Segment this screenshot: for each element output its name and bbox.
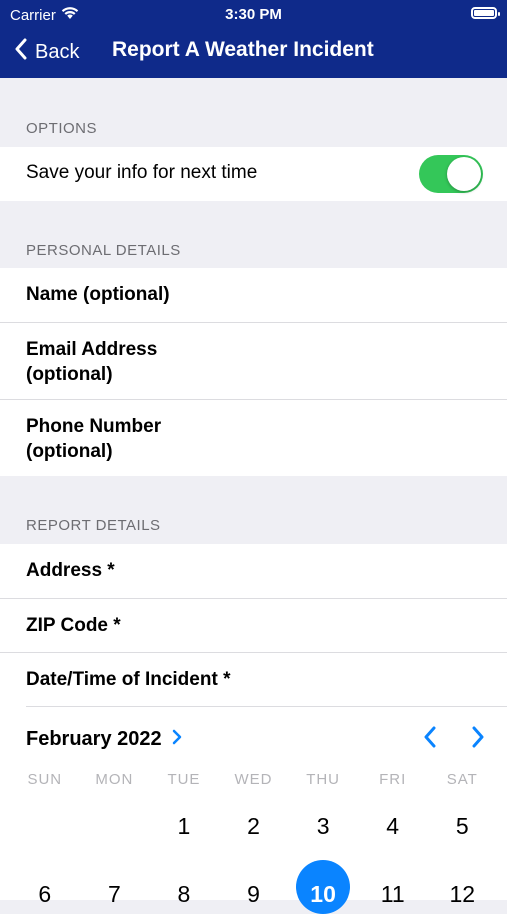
address-field[interactable]: Address *: [0, 544, 507, 598]
calendar-day[interactable]: 12: [427, 874, 497, 914]
status-time: 3:30 PM: [225, 6, 282, 23]
phone-field[interactable]: Phone Number (optional): [0, 399, 507, 476]
datetime-label: Date/Time of Incident *: [26, 669, 231, 690]
calendar-day-empty: [80, 806, 150, 846]
save-info-row: Save your info for next time: [0, 147, 507, 201]
zip-label: ZIP Code *: [26, 615, 121, 636]
datetime-field[interactable]: Date/Time of Incident *: [0, 652, 507, 706]
chevron-right-icon: [172, 728, 182, 751]
email-field[interactable]: Email Address (optional): [0, 322, 507, 399]
chevron-left-icon: [424, 726, 436, 748]
navigation-bar: Carrier 3:30 PM Back Report A Weather In…: [0, 0, 507, 78]
calendar-day[interactable]: 3: [288, 806, 358, 846]
calendar-week-1: 1 2 3 4 5: [10, 806, 497, 846]
weekday-label: SUN: [27, 771, 63, 788]
next-month-button[interactable]: [471, 726, 485, 753]
weekday-header: SUN MON TUE WED THU FRI SAT: [10, 771, 497, 788]
calendar-day[interactable]: 8: [149, 874, 219, 914]
weekday-label: TUE: [167, 771, 201, 788]
status-bar: Carrier 3:30 PM: [0, 0, 507, 28]
calendar-day[interactable]: 11: [358, 874, 428, 914]
weekday-label: MON: [95, 771, 134, 788]
calendar-day-selected[interactable]: 10: [288, 860, 358, 914]
calendar-day[interactable]: 1: [149, 806, 219, 846]
date-picker: February 2022 SUN MON TUE WED THU FRI SA…: [0, 706, 507, 914]
weekday-label: FRI: [379, 771, 407, 788]
calendar-day[interactable]: 4: [358, 806, 428, 846]
previous-month-button[interactable]: [423, 726, 437, 753]
back-button[interactable]: Back: [14, 38, 79, 66]
calendar-day[interactable]: 2: [219, 806, 289, 846]
chevron-left-icon: [14, 38, 28, 66]
email-label-line2: (optional): [26, 364, 113, 385]
toggle-knob: [447, 157, 481, 191]
phone-label-line2: (optional): [26, 441, 113, 462]
name-label: Name (optional): [26, 284, 170, 305]
calendar-week-2: 6 7 8 9 10 11 12: [10, 860, 497, 914]
month-label: February 2022: [26, 728, 162, 750]
back-label: Back: [35, 40, 80, 63]
zip-field[interactable]: ZIP Code *: [0, 598, 507, 652]
calendar-day[interactable]: 6: [10, 874, 80, 914]
save-info-toggle[interactable]: [419, 155, 483, 193]
personal-details-header: PERSONAL DETAILS: [26, 242, 181, 259]
calendar-day[interactable]: 9: [219, 874, 289, 914]
battery-icon: [471, 7, 500, 19]
save-info-label: Save your info for next time: [26, 162, 258, 183]
name-field[interactable]: Name (optional): [0, 268, 507, 322]
calendar-day[interactable]: 5: [427, 806, 497, 846]
options-header: OPTIONS: [26, 120, 98, 137]
page-title: Report A Weather Incident: [112, 38, 374, 61]
address-label: Address *: [26, 560, 115, 581]
calendar-day[interactable]: 7: [80, 874, 150, 914]
month-year-button[interactable]: February 2022: [26, 728, 182, 751]
report-details-header: REPORT DETAILS: [26, 517, 161, 534]
chevron-right-icon: [472, 726, 484, 748]
email-label-line1: Email Address: [26, 339, 158, 360]
weekday-label: THU: [306, 771, 341, 788]
weekday-label: SAT: [446, 771, 478, 788]
weekday-label: WED: [234, 771, 273, 788]
phone-label-line1: Phone Number: [26, 416, 162, 437]
calendar-day-empty: [10, 806, 80, 846]
